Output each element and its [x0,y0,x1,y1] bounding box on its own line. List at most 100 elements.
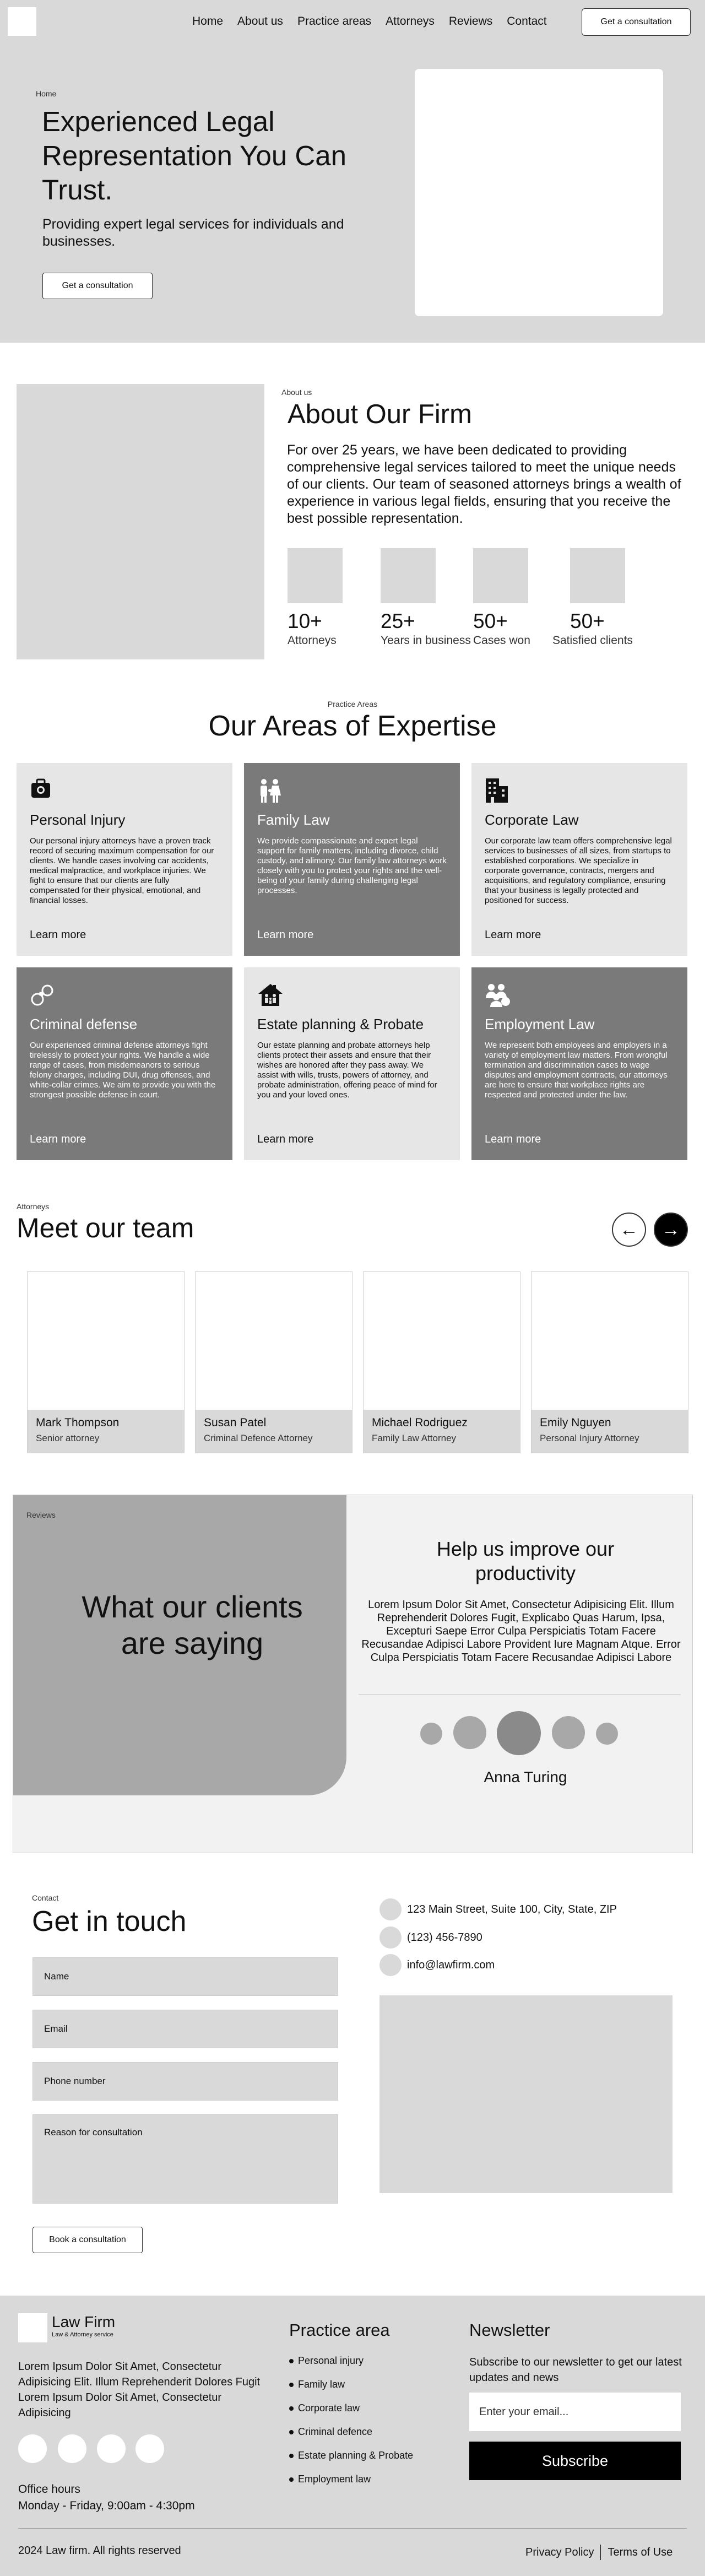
stat-image [381,548,436,603]
reason-field[interactable]: Reason for consultation [32,2114,338,2204]
social-icon[interactable] [97,2434,126,2463]
carousel-prev-button[interactable]: ← [612,1213,646,1247]
footer-logo[interactable] [18,2313,47,2342]
stat-label: Cases won [473,634,530,647]
stat-years: 25+ Years in business [381,548,471,647]
card-text: Our experienced criminal defense attorne… [30,1041,216,1100]
handcuffs-icon [30,982,55,1007]
card-text: We represent both employees and employer… [485,1041,668,1100]
phone-field[interactable]: Phone number [32,2062,338,2101]
newsletter-email-input[interactable]: Enter your email... [469,2393,681,2431]
nav-consultation-button[interactable]: Get a consultation [582,8,691,36]
member-role: Criminal Defence Attorney [204,1433,313,1443]
nav-link-home[interactable]: Home [192,15,223,28]
stat-label: Attorneys [288,634,337,647]
footer: Law Firm Law & Attorney service Lorem Ip… [0,2296,705,2576]
learn-more-link[interactable]: Learn more [485,929,541,941]
book-consultation-button[interactable]: Book a consultation [32,2227,143,2253]
contact-phone[interactable]: (123) 456-7890 [379,1926,482,1949]
card-title: Estate planning & Probate [257,1016,424,1032]
team-member-card[interactable]: Emily Nguyen Personal Injury Attorney [531,1271,688,1453]
reviewer-avatar[interactable] [453,1716,486,1749]
family-icon [257,777,283,803]
breadcrumb[interactable]: Home [36,89,56,98]
office-hours: Monday - Friday, 9:00am - 4:30pm [18,2499,195,2512]
subscribe-button[interactable]: Subscribe [469,2442,681,2480]
card-corporate-law[interactable]: Corporate Law Our corporate law team off… [471,763,687,956]
practice-link[interactable]: Corporate law [289,2402,360,2414]
footer-description: Lorem Ipsum Dolor Sit Amet, Consectetur … [18,2361,261,2419]
card-personal-injury[interactable]: Personal Injury Our personal injury atto… [17,763,232,956]
practice-link[interactable]: Criminal defence [289,2426,372,2438]
stat-image [473,548,528,603]
nav-link-practice-areas[interactable]: Practice areas [297,15,371,28]
member-name: Emily Nguyen [540,1416,611,1429]
practice-link[interactable]: Estate planning & Probate [289,2450,413,2461]
social-icon[interactable] [135,2434,164,2463]
contact-email[interactable]: info@lawfirm.com [379,1954,495,1976]
card-estate-planning[interactable]: Estate planning & Probate Our estate pla… [244,967,460,1160]
card-employment-law[interactable]: Employment Law We represent both employe… [471,967,687,1160]
member-name: Susan Patel [204,1416,267,1429]
card-title: Employment Law [485,1016,595,1032]
reviewer-avatar[interactable] [596,1723,618,1745]
arrow-left-icon: ← [620,1219,638,1240]
name-field[interactable]: Name [32,1957,338,1996]
nav-links: Home About us Practice areas Attorneys R… [192,15,561,28]
card-title: Family Law [257,811,330,828]
newsletter-text: Subscribe to our newsletter to get our l… [469,2356,682,2384]
card-text: We provide compassionate and expert lega… [257,836,447,895]
nav-link-attorneys[interactable]: Attorneys [386,15,435,28]
hero-subtitle: Providing expert legal services for indi… [42,217,344,249]
team-member-card[interactable]: Susan Patel Criminal Defence Attorney [195,1271,352,1453]
about-body: For over 25 years, we have been dedicate… [287,442,681,526]
stat-clients: 50+ Satisfied clients [552,548,633,647]
briefcase-icon [30,777,55,803]
card-family-law[interactable]: Family Law We provide compassionate and … [244,763,460,956]
terms-of-use-link[interactable]: Terms of Use [608,2546,673,2559]
hero-consultation-button[interactable]: Get a consultation [42,273,153,299]
top-nav: Home About us Practice areas Attorneys R… [0,0,705,44]
learn-more-link[interactable]: Learn more [485,1133,541,1146]
nav-link-contact[interactable]: Contact [507,15,546,28]
nav-link-reviews[interactable]: Reviews [449,15,492,28]
carousel-next-button[interactable]: → [654,1213,688,1247]
reviewer-avatar-active[interactable] [497,1711,541,1755]
practice-link[interactable]: Personal injury [289,2355,364,2367]
card-criminal-defense[interactable]: Criminal defense Our experienced crimina… [17,967,232,1160]
practice-link[interactable]: Family law [289,2379,345,2390]
contact-label: Contact [32,1893,59,1902]
learn-more-link[interactable]: Learn more [257,1133,313,1146]
logo[interactable] [8,7,36,36]
email-text: info@lawfirm.com [407,1958,495,1971]
team-label: Attorneys [17,1202,50,1211]
practice-area-title: Practice area [289,2320,390,2340]
member-name: Mark Thompson [36,1416,120,1429]
team-member-card[interactable]: Michael Rodriguez Family Law Attorney [363,1271,520,1453]
office-hours-label: Office hours [18,2483,80,2496]
divider [600,2545,601,2560]
team-member-card[interactable]: Mark Thompson Senior attorney [27,1271,185,1453]
learn-more-link[interactable]: Learn more [257,929,313,941]
nav-link-about[interactable]: About us [237,15,283,28]
social-icon[interactable] [18,2434,47,2463]
learn-more-link[interactable]: Learn more [30,929,86,941]
footer-tagline: Law & Attorney service [52,2331,113,2338]
practice-link[interactable]: Employment law [289,2474,371,2485]
email-field[interactable]: Email [32,2010,338,2048]
social-icon[interactable] [58,2434,86,2463]
card-text: Our corporate law team offers comprehens… [485,836,672,905]
reviewer-avatar[interactable] [420,1723,442,1745]
expertise-title: Our Areas of Expertise [208,710,497,742]
reviewer-name: Anna Turing [484,1768,567,1785]
card-title: Corporate Law [485,811,579,828]
card-title: Criminal defense [30,1016,138,1032]
map[interactable] [379,1995,673,2193]
stat-image [288,548,343,603]
stat-image [570,548,625,603]
reviewer-avatar[interactable] [552,1716,585,1749]
learn-more-link[interactable]: Learn more [30,1133,86,1146]
building-icon [485,777,510,803]
stat-value: 25+ [381,610,415,632]
privacy-policy-link[interactable]: Privacy Policy [525,2546,594,2559]
